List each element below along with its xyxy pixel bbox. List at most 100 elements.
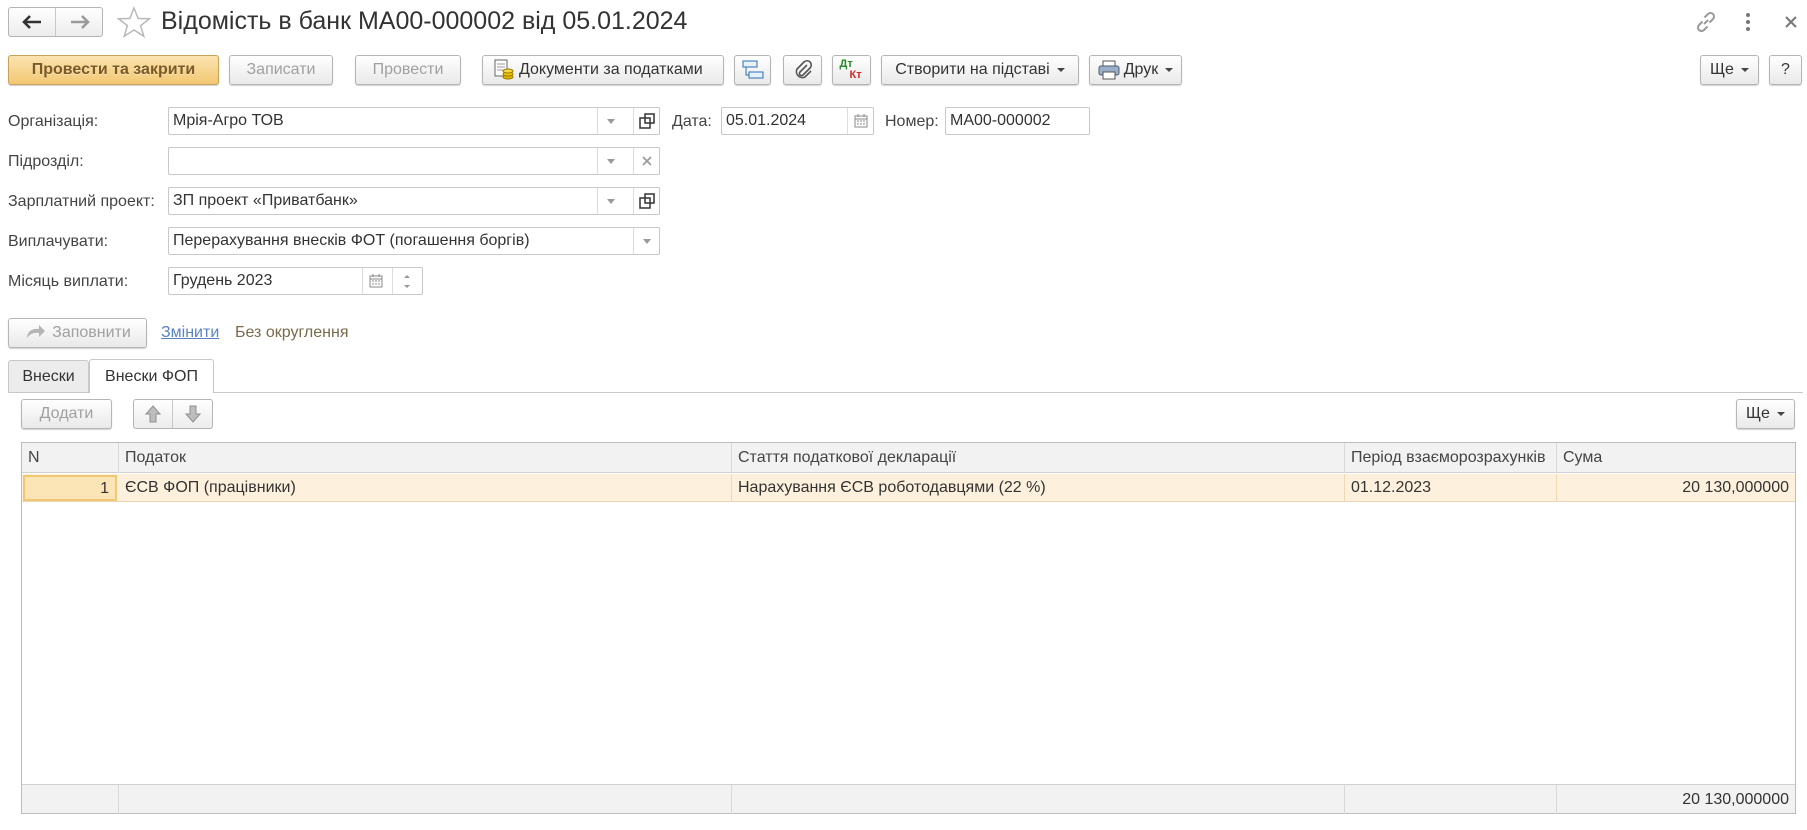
arrow-down-icon — [184, 405, 201, 423]
more-label: Ще — [1710, 61, 1734, 78]
chevron-down-icon — [1776, 412, 1785, 416]
change-link[interactable]: Змінити — [161, 323, 219, 343]
fill-button[interactable]: Заповнити — [8, 318, 147, 348]
print-button[interactable]: Друк — [1089, 55, 1182, 85]
arrow-right-icon — [70, 15, 90, 29]
move-up-button[interactable] — [134, 400, 173, 428]
number-label: Номер: — [885, 113, 939, 130]
spinner-up-icon[interactable] — [404, 275, 410, 278]
structure-button[interactable] — [734, 55, 771, 85]
payment-month-calendar-button[interactable] — [362, 268, 389, 294]
salary-project-dropdown-button[interactable] — [597, 188, 624, 214]
organization-open-button[interactable] — [633, 108, 659, 134]
nav-button-group — [8, 7, 103, 37]
save-button[interactable]: Записати — [229, 55, 333, 85]
open-window-icon — [639, 193, 655, 209]
help-button[interactable]: ? — [1769, 55, 1802, 85]
add-button[interactable]: Додати — [21, 399, 112, 429]
footer-total: 20 130,000000 — [1682, 791, 1789, 808]
number-field[interactable]: МА00-000002 — [945, 107, 1090, 135]
tax-documents-button[interactable]: Документи за податками — [482, 55, 724, 85]
more-button[interactable]: Ще — [1700, 55, 1759, 85]
date-value: 05.01.2024 — [726, 112, 807, 129]
salary-project-value: ЗП проект «Приватбанк» — [173, 192, 358, 209]
salary-project-label: Зарплатний проект: — [8, 193, 155, 210]
paperclip-icon — [795, 59, 812, 79]
footer-cell — [119, 785, 732, 814]
hierarchy-icon — [742, 60, 763, 79]
move-buttons-group — [133, 399, 213, 429]
department-label: Підрозділ: — [8, 153, 84, 170]
rounding-text: Без округлення — [235, 324, 349, 341]
date-calendar-button[interactable] — [847, 108, 873, 134]
back-button[interactable] — [9, 8, 56, 36]
cell-settlement-period[interactable]: 01.12.2023 — [1345, 474, 1557, 502]
link-icon[interactable] — [1693, 9, 1719, 35]
tab-fop-contributions[interactable]: Внески ФОП — [89, 359, 214, 393]
payment-month-field[interactable]: Грудень 2023 — [168, 267, 423, 295]
organization-field[interactable]: Мрія-Агро ТОВ — [168, 107, 660, 135]
footer-cell — [1345, 785, 1557, 814]
pay-type-label: Виплачувати: — [8, 233, 109, 250]
close-icon[interactable] — [1783, 14, 1799, 30]
cell-tax[interactable]: ЄСВ ФОП (працівники) — [119, 474, 732, 502]
tab-contributions[interactable]: Внески — [8, 360, 89, 392]
arrow-up-icon — [145, 405, 161, 423]
chevron-down-icon — [1165, 68, 1174, 72]
table-row[interactable]: 1 ЄСВ ФОП (працівники) Нарахування ЄСВ р… — [22, 474, 1795, 502]
date-label: Дата: — [672, 113, 712, 130]
dropdown-arrow-icon — [607, 158, 615, 164]
table-footer: 20 130,000000 — [22, 784, 1795, 814]
create-based-on-button[interactable]: Створити на підставі — [881, 55, 1079, 85]
fill-label: Заповнити — [52, 324, 131, 341]
arrow-left-icon — [22, 15, 41, 29]
cell-declaration-article[interactable]: Нарахування ЄСВ роботодавцями (22 %) — [732, 474, 1345, 502]
pay-type-dropdown-button[interactable] — [633, 228, 659, 254]
cell-amount[interactable]: 20 130,000000 — [1557, 474, 1795, 502]
salary-project-field[interactable]: ЗП проект «Приватбанк» — [168, 187, 660, 215]
spinner-down-icon[interactable] — [404, 285, 410, 288]
more-vertical-icon[interactable] — [1742, 11, 1754, 33]
pay-type-field[interactable]: Перерахування внесків ФОТ (погашення бор… — [168, 227, 660, 255]
footer-cell — [732, 785, 1345, 814]
table-more-button[interactable]: Ще — [1736, 399, 1795, 429]
payment-month-value: Грудень 2023 — [173, 272, 273, 289]
attachments-button[interactable] — [783, 55, 822, 85]
calendar-icon — [854, 114, 868, 128]
dt-kt-button[interactable]: Дт Кт — [832, 55, 871, 85]
organization-dropdown-button[interactable] — [597, 108, 624, 134]
dropdown-arrow-icon — [607, 198, 615, 204]
footer-cell — [22, 785, 119, 814]
number-value: МА00-000002 — [950, 112, 1051, 129]
tab-label: Внески ФОП — [105, 367, 198, 385]
tab-label: Внески — [22, 367, 75, 385]
table: N Податок Стаття податкової декларації П… — [21, 442, 1796, 814]
column-header-settlement-period[interactable]: Період взаєморозрахунків — [1345, 443, 1557, 473]
department-dropdown-button[interactable] — [597, 148, 624, 174]
post-button[interactable]: Провести — [355, 55, 461, 85]
dt-kt-icon: Дт Кт — [839, 58, 865, 82]
star-icon[interactable] — [117, 6, 151, 38]
payment-month-spinner[interactable] — [392, 268, 422, 294]
cell-n[interactable]: 1 — [23, 475, 117, 501]
salary-project-open-button[interactable] — [633, 188, 659, 214]
department-clear-button[interactable] — [633, 148, 659, 174]
move-down-button[interactable] — [173, 400, 212, 428]
print-label: Друк — [1123, 61, 1159, 78]
post-and-close-button[interactable]: Провести та закрити — [8, 55, 219, 85]
column-header-amount[interactable]: Сума — [1557, 443, 1795, 473]
forward-button[interactable] — [56, 8, 103, 36]
organization-label: Організація: — [8, 113, 99, 130]
date-field[interactable]: 05.01.2024 — [721, 107, 874, 135]
table-header: N Податок Стаття податкової декларації П… — [22, 443, 1795, 473]
dropdown-arrow-icon — [607, 118, 615, 124]
column-header-tax[interactable]: Податок — [119, 443, 732, 473]
pay-type-value: Перерахування внесків ФОТ (погашення бор… — [173, 232, 530, 249]
column-header-n[interactable]: N — [22, 443, 119, 473]
page-title: Відомість в банк МА00-000002 від 05.01.2… — [161, 7, 688, 35]
department-field[interactable] — [168, 147, 660, 175]
documents-coins-icon — [494, 59, 514, 80]
clear-icon — [642, 156, 652, 166]
column-header-declaration-article[interactable]: Стаття податкової декларації — [732, 443, 1345, 473]
printer-icon — [1098, 60, 1120, 80]
